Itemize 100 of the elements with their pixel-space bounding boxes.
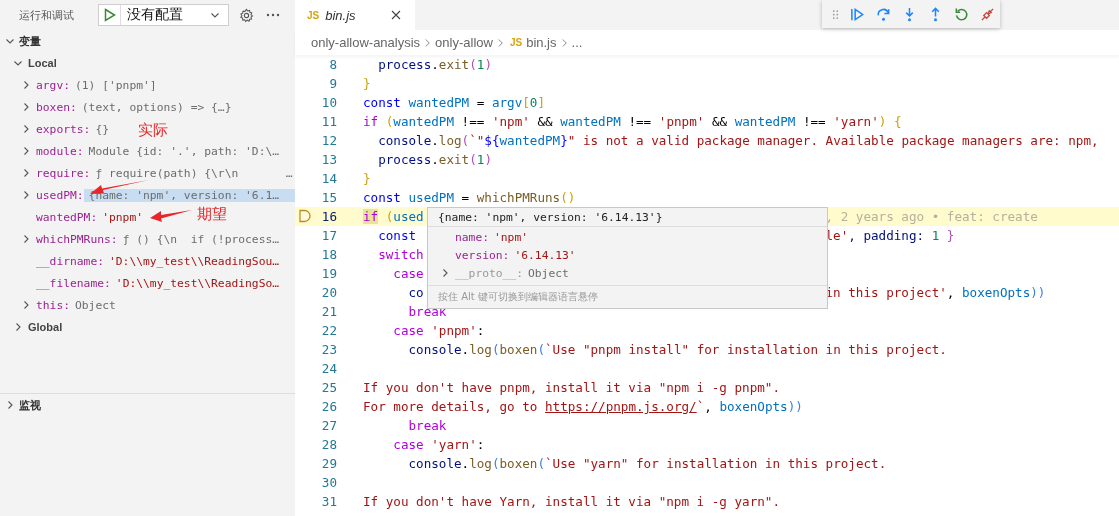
variable-name[interactable]: exports:	[36, 122, 91, 136]
code-line: const usedPM = whichPMRuns()	[363, 190, 576, 205]
code-line: process.exit(1)	[377, 152, 492, 167]
line-number: 8	[329, 57, 337, 72]
file-type-icon: JS	[509, 37, 523, 48]
variable-value[interactable]: {name: 'npm', version: '6.1…	[83, 188, 295, 202]
line-number: 30	[321, 475, 337, 490]
hover-summary: {name: 'npm', version: '6.14.13'}	[428, 208, 827, 227]
code-line: if (wantedPM !== 'npm' && wantedPM !== 'pnpm' && wantedPM !== 'yarn') {	[363, 114, 902, 129]
scope-label[interactable]: Global	[28, 321, 63, 333]
line-number: 18	[321, 247, 337, 262]
variable-value[interactable]: ƒ () {\n if (!process…	[117, 232, 280, 246]
code-line: case 'yarn':	[392, 437, 485, 452]
variable-name[interactable]: boxen:	[36, 100, 77, 114]
line-number: 31	[321, 494, 337, 509]
code-line: process.exit(1)	[377, 57, 492, 72]
chevron-right-icon	[560, 37, 568, 48]
breadcrumb[interactable]: only-allow-analysis	[311, 35, 421, 50]
line-number: 19	[321, 266, 337, 281]
chevron-icon[interactable]	[21, 300, 31, 310]
code-line: }	[363, 171, 371, 186]
variable-name[interactable]: module:	[36, 144, 84, 158]
variable-value[interactable]: Object	[70, 298, 116, 312]
code-line: const wantedPM = argv[0]	[363, 95, 546, 110]
code-line: case 'pnpm':	[392, 323, 485, 338]
settings-icon[interactable]	[239, 7, 254, 23]
chevron-icon[interactable]	[13, 322, 23, 332]
variable-name[interactable]: __filename:	[36, 276, 111, 290]
line-number: 20	[321, 285, 337, 300]
blame-annotation: , 2 years ago • feat: create	[825, 209, 1038, 224]
code-line: console.log(boxen(`Use "pnpm install" for installation in this project.	[407, 342, 947, 357]
section-title[interactable]: 监视	[19, 397, 41, 413]
variable-name[interactable]: whichPMRuns:	[36, 232, 118, 246]
code-line: }	[363, 76, 371, 91]
panel-title: 运行和调试	[19, 7, 75, 23]
line-number: 24	[321, 361, 337, 376]
chevron-down-icon[interactable]	[210, 10, 220, 20]
annotation-text: 实际	[138, 121, 168, 140]
variable-name[interactable]: require:	[36, 166, 91, 180]
step-over-icon[interactable]	[876, 6, 891, 22]
code-line: co	[407, 285, 424, 300]
chevron-icon[interactable]	[21, 234, 31, 244]
property-name[interactable]: version:	[455, 248, 510, 262]
line-number: 9	[329, 76, 337, 91]
variable-value[interactable]: (1) ['pnpm']	[70, 78, 157, 92]
line-number: 22	[321, 323, 337, 338]
line-number: 15	[321, 190, 337, 205]
chevron-right-icon	[496, 37, 504, 48]
breadcrumb[interactable]: bin.js	[526, 35, 557, 50]
variable-value[interactable]: 'D:\\my_test\\ReadingSou…	[104, 254, 280, 268]
line-number: 28	[321, 437, 337, 452]
scope-label[interactable]: Local	[28, 57, 57, 69]
chevron-icon[interactable]	[21, 102, 31, 112]
breadcrumb[interactable]: only-allow	[435, 35, 493, 50]
chevron-icon[interactable]	[21, 124, 31, 134]
line-number: 14	[321, 171, 337, 186]
chevron-icon[interactable]	[440, 268, 450, 278]
line-number: 23	[321, 342, 337, 357]
variable-name[interactable]: this:	[36, 298, 70, 312]
chevron-icon[interactable]	[21, 190, 31, 200]
breadcrumb[interactable]: ...	[571, 35, 583, 50]
config-dropdown[interactable]: 没有配置	[98, 4, 229, 26]
more-icon[interactable]	[266, 13, 280, 17]
property-name[interactable]: name:	[455, 230, 489, 244]
chevron-icon[interactable]	[21, 80, 31, 90]
editor-tab[interactable]: JS bin.js	[295, 0, 415, 30]
code-line: If you don't have pnpm, install it via "npm i -g pnpm".	[363, 380, 780, 395]
play-icon[interactable]	[104, 8, 116, 22]
chevron-icon[interactable]	[21, 146, 31, 156]
close-icon[interactable]	[391, 10, 401, 20]
continue-icon[interactable]	[850, 6, 865, 22]
variable-value[interactable]: ƒ require(path) {\r\n …	[90, 166, 293, 180]
variable-name[interactable]: wantedPM:	[36, 210, 98, 224]
code-line: console.log(`"${wantedPM}" is not a valid package manager. Available package managers are: npm,	[377, 133, 1100, 148]
variable-value[interactable]: {}	[90, 122, 110, 136]
chevron-icon[interactable]	[5, 36, 15, 46]
code-link[interactable]: https://pnpm.js.org/	[545, 399, 697, 414]
chevron-icon[interactable]	[13, 58, 23, 68]
hover-hint: 按住 Alt 键可切换到编辑器语言悬停	[428, 285, 827, 308]
code-line: if (used	[363, 209, 424, 224]
disconnect-icon[interactable]	[980, 6, 995, 22]
arrow-drawing	[149, 209, 193, 223]
line-number: 11	[321, 114, 337, 129]
code-line: console.log(boxen(`Use "yarn" for installation in this project.	[407, 456, 887, 471]
chevron-icon[interactable]	[5, 400, 15, 410]
variable-value[interactable]: (text, options) => {…}	[76, 100, 232, 114]
section-title[interactable]: 变量	[19, 33, 41, 49]
code-line: case	[392, 266, 424, 281]
code-line: switch	[377, 247, 424, 262]
restart-icon[interactable]	[954, 6, 969, 22]
drag-handle-icon[interactable]	[832, 8, 839, 20]
variable-value[interactable]: Module {id: '.', path: 'D:\…	[83, 144, 280, 158]
annotation-text: 期望	[197, 205, 227, 224]
variable-value[interactable]: 'D:\\my_test\\ReadingSo…	[110, 276, 280, 290]
variable-name[interactable]: __dirname:	[36, 254, 104, 268]
variable-value[interactable]: 'pnpm'	[97, 210, 144, 224]
chevron-icon[interactable]	[21, 168, 31, 178]
line-number: 12	[321, 133, 337, 148]
variable-name[interactable]: argv:	[36, 78, 70, 92]
variable-name[interactable]: usedPM:	[36, 188, 84, 202]
